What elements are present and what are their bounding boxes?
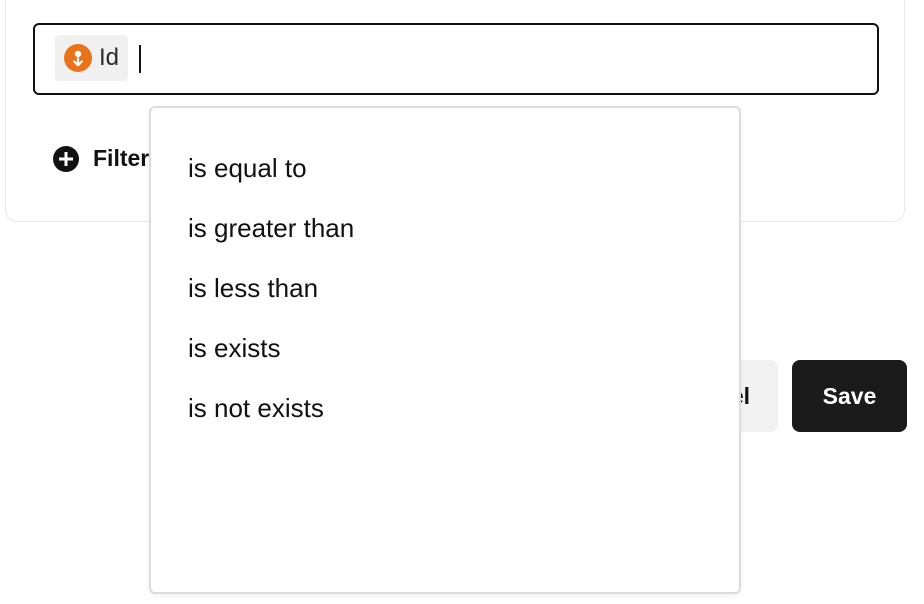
operator-dropdown: is equal to is greater than is less than… (149, 106, 741, 594)
field-chip-label: Id (99, 44, 120, 71)
field-chip[interactable]: Id (55, 35, 129, 81)
person-pin-icon (64, 44, 92, 72)
add-filter-label: Filter (93, 145, 150, 171)
text-caret (139, 45, 141, 73)
option-is-not-exists[interactable]: is not exists (151, 372, 739, 444)
save-button[interactable]: Save (792, 360, 907, 432)
add-filter-button[interactable]: Filter (53, 145, 149, 172)
plus-circle-icon (53, 145, 79, 172)
operator-options-list: is equal to is greater than is less than… (151, 108, 739, 444)
page: Id Filter el Save is equal to is greater… (0, 0, 924, 604)
filter-input[interactable]: Id (33, 23, 879, 95)
